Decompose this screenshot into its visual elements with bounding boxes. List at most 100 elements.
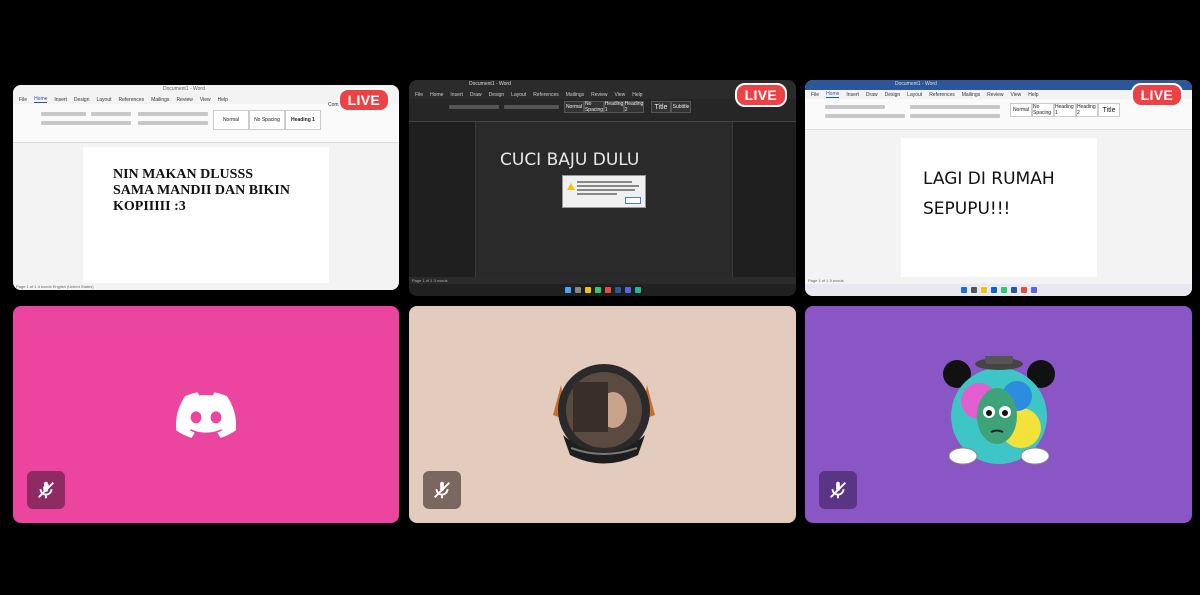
participant-tile-3[interactable] xyxy=(805,306,1192,523)
style-heading-1[interactable]: Heading 1 xyxy=(1054,103,1076,117)
menu-references[interactable]: References xyxy=(929,92,955,98)
word-icon[interactable] xyxy=(614,287,621,293)
menu-home[interactable]: Home xyxy=(34,96,48,103)
menu-file[interactable]: File xyxy=(19,97,27,103)
style-no-spacing[interactable]: No Spacing xyxy=(584,101,604,113)
menu-layout[interactable]: Layout xyxy=(97,97,112,103)
menu-insert[interactable]: Insert xyxy=(450,92,463,98)
paragraph-tools xyxy=(910,105,1000,109)
discord-logo-icon xyxy=(176,391,236,438)
menu-file[interactable]: File xyxy=(415,92,423,98)
menu-home[interactable]: Home xyxy=(430,92,443,98)
menu-design[interactable]: Design xyxy=(489,92,505,98)
stream-tile-3[interactable]: Document1 - Word File Home Insert Draw D… xyxy=(805,80,1192,296)
paragraph-tools-2 xyxy=(910,114,1000,118)
paragraph-tools xyxy=(138,112,208,116)
menu-review[interactable]: Review xyxy=(987,92,1003,98)
app-icon[interactable] xyxy=(990,287,997,293)
menu-review[interactable]: Review xyxy=(591,92,607,98)
start-icon[interactable] xyxy=(564,287,571,293)
mic-muted-icon xyxy=(830,481,846,499)
paragraph-tools-2 xyxy=(138,121,208,125)
menu-view[interactable]: View xyxy=(200,97,211,103)
search-icon[interactable] xyxy=(574,287,581,293)
menu-design[interactable]: Design xyxy=(74,97,90,103)
menu-insert[interactable]: Insert xyxy=(846,92,859,98)
menu-view[interactable]: View xyxy=(1011,92,1022,98)
app-icon[interactable] xyxy=(604,287,611,293)
stream-tile-2[interactable]: Document1 - Word File Home Insert Draw D… xyxy=(409,80,796,296)
mic-muted-icon xyxy=(38,481,54,499)
font-format-tools xyxy=(825,114,905,118)
font-selector xyxy=(825,105,885,109)
warning-icon xyxy=(567,183,575,190)
document-page[interactable]: NIN MAKAN DLUSSS SAMA MANDII DAN BIKIN K… xyxy=(83,147,329,285)
menu-review[interactable]: Review xyxy=(176,97,192,103)
discord-icon[interactable] xyxy=(1030,287,1037,293)
document-text: CUCI BAJU DULU xyxy=(500,150,640,170)
style-normal[interactable]: Normal xyxy=(1010,103,1032,117)
style-normal[interactable]: Normal xyxy=(213,110,249,130)
menu-mailings[interactable]: Mailings xyxy=(566,92,584,98)
menu-references[interactable]: References xyxy=(533,92,559,98)
app-icon[interactable] xyxy=(634,287,641,293)
document-text: LAGI DI RUMAH SEPUPU!!! xyxy=(923,169,1055,219)
document-page[interactable]: LAGI DI RUMAH SEPUPU!!! xyxy=(901,138,1097,280)
chrome-icon[interactable] xyxy=(594,287,601,293)
font-selector xyxy=(41,112,86,116)
participant-tile-2[interactable] xyxy=(409,306,796,523)
style-heading-1[interactable]: Heading 1 xyxy=(285,110,321,130)
menu-home[interactable]: Home xyxy=(826,91,840,98)
menu-help[interactable]: Help xyxy=(1028,92,1038,98)
window-title: Document1 - Word xyxy=(895,81,937,87)
windows-taskbar xyxy=(805,284,1192,296)
menu-mailings[interactable]: Mailings xyxy=(151,97,169,103)
menu-file[interactable]: File xyxy=(811,92,819,98)
menu-references[interactable]: References xyxy=(119,97,145,103)
mute-button[interactable] xyxy=(27,471,65,509)
start-icon[interactable] xyxy=(960,287,967,293)
menu-view[interactable]: View xyxy=(615,92,626,98)
folder-icon[interactable] xyxy=(584,287,591,293)
style-subtitle[interactable]: Subtitle xyxy=(671,101,691,113)
document-text: NIN MAKAN DLUSSS SAMA MANDII DAN BIKIN K… xyxy=(113,167,290,214)
mute-button[interactable] xyxy=(423,471,461,509)
style-heading-2[interactable]: Heading 2 xyxy=(624,101,644,113)
style-title[interactable]: Title xyxy=(651,101,671,113)
style-title[interactable]: Title xyxy=(1098,103,1120,117)
status-text: Page 1 of 1 4 words English (United Stat… xyxy=(16,284,94,289)
style-no-spacing[interactable]: No Spacing xyxy=(249,110,285,130)
app-icon[interactable] xyxy=(1020,287,1027,293)
warning-dialog[interactable] xyxy=(562,175,646,208)
status-text: Page 1 of 1 5 words xyxy=(808,278,844,283)
style-heading-1[interactable]: Heading 1 xyxy=(604,101,624,113)
word-icon[interactable] xyxy=(1010,287,1017,293)
folder-icon[interactable] xyxy=(980,287,987,293)
font-format-tools xyxy=(41,121,131,125)
search-icon[interactable] xyxy=(970,287,977,293)
participant-tile-1[interactable] xyxy=(13,306,399,523)
menu-draw[interactable]: Draw xyxy=(866,92,878,98)
window-title: Document1 - Word xyxy=(163,86,205,92)
ok-button[interactable] xyxy=(625,197,641,204)
word-statusbar: Page 1 of 1 4 words English (United Stat… xyxy=(13,283,399,290)
menu-layout[interactable]: Layout xyxy=(907,92,922,98)
menu-draw[interactable]: Draw xyxy=(470,92,482,98)
menu-design[interactable]: Design xyxy=(885,92,901,98)
discord-icon[interactable] xyxy=(624,287,631,293)
menu-help[interactable]: Help xyxy=(218,97,228,103)
menu-mailings[interactable]: Mailings xyxy=(962,92,980,98)
status-text: Page 1 of 1 3 words xyxy=(412,278,448,283)
style-normal[interactable]: Normal xyxy=(564,101,584,113)
style-no-spacing[interactable]: No Spacing xyxy=(1032,103,1054,117)
mute-button[interactable] xyxy=(819,471,857,509)
live-badge: LIVE xyxy=(734,83,787,107)
user-avatar xyxy=(943,356,1055,465)
chrome-icon[interactable] xyxy=(1000,287,1007,293)
menu-help[interactable]: Help xyxy=(632,92,642,98)
style-heading-2[interactable]: Heading 2 xyxy=(1076,103,1098,117)
menu-insert[interactable]: Insert xyxy=(54,97,67,103)
live-badge: LIVE xyxy=(1130,83,1183,107)
stream-tile-1[interactable]: Document1 - Word File Home Insert Design… xyxy=(13,85,399,290)
menu-layout[interactable]: Layout xyxy=(511,92,526,98)
